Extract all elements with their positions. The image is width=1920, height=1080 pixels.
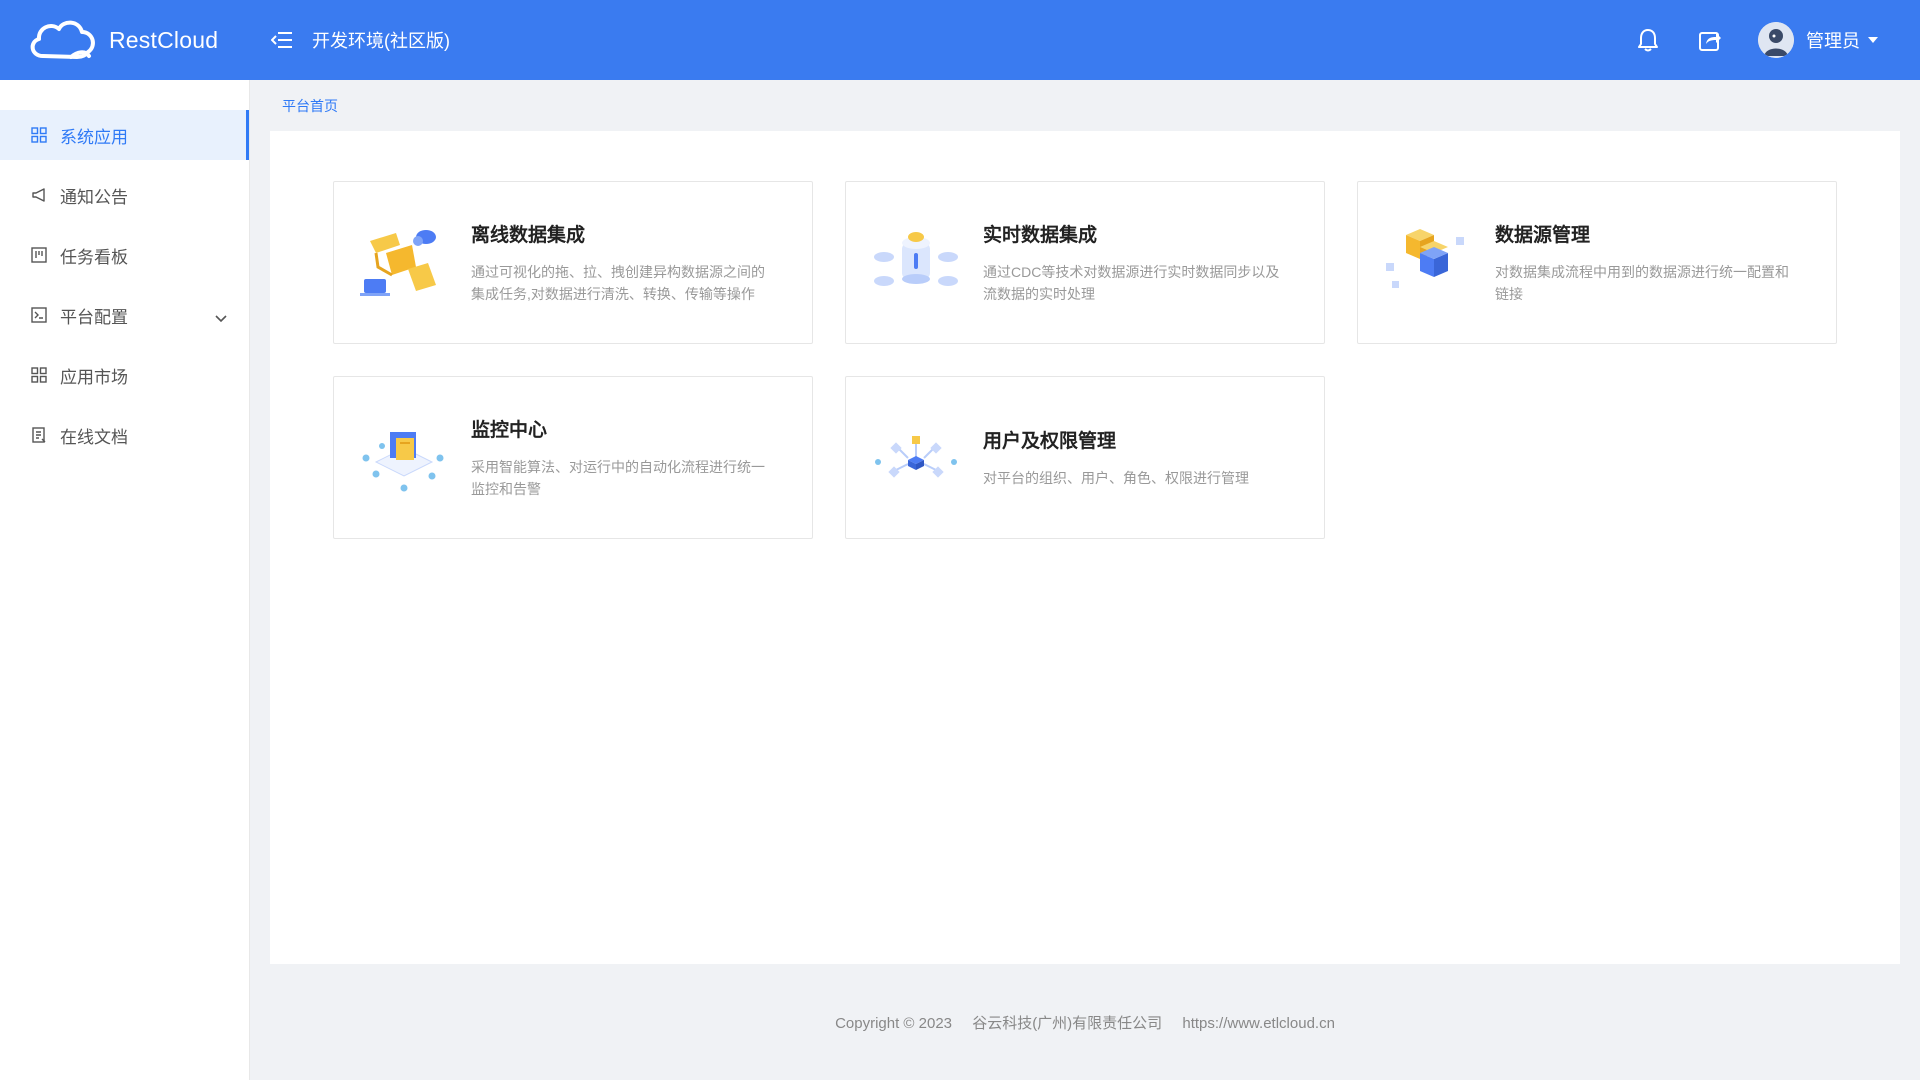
monitoring-illustration-icon bbox=[349, 403, 459, 513]
sidebar-item-label: 通知公告 bbox=[60, 187, 128, 207]
card-title: 实时数据集成 bbox=[983, 225, 1098, 246]
user-name-label: 管理员 bbox=[1806, 31, 1860, 51]
sidebar-item-app-market[interactable]: 应用市场 bbox=[0, 350, 249, 400]
card-description: 通过可视化的拖、拉、拽创建异构数据源之间的集成任务,对数据进行清洗、转换、传输等… bbox=[471, 264, 765, 302]
card-offline-integration[interactable]: 离线数据集成 通过可视化的拖、拉、拽创建异构数据源之间的集成任务,对数据进行清洗… bbox=[333, 181, 813, 344]
sidebar-item-notices[interactable]: 通知公告 bbox=[0, 170, 249, 220]
sidebar-item-system-apps[interactable]: 系统应用 bbox=[0, 110, 249, 160]
card-datasource-management[interactable]: 数据源管理 对数据集成流程中用到的数据源进行统一配置和链接 bbox=[1357, 181, 1837, 344]
grid-icon bbox=[30, 126, 48, 144]
megaphone-icon bbox=[30, 186, 48, 204]
card-monitoring-center[interactable]: 监控中心 采用智能算法、对运行中的自动化流程进行统一监控和告警 bbox=[333, 376, 813, 539]
footer-url-link[interactable]: https://www.etlcloud.cn bbox=[1182, 1015, 1335, 1032]
chevron-down-icon bbox=[215, 308, 227, 328]
logo[interactable]: RestCloud bbox=[25, 12, 270, 68]
grid-icon bbox=[30, 366, 48, 384]
footer-copyright: Copyright © 2023 bbox=[835, 1015, 953, 1032]
cloud-logo-icon bbox=[30, 20, 95, 59]
sidebar: 系统应用 通知公告 任务看板 平台配置 应用市场 在线文档 bbox=[0, 80, 250, 1080]
brand-name: RestCloud bbox=[109, 26, 219, 53]
kanban-icon bbox=[30, 246, 48, 264]
sidebar-item-label: 系统应用 bbox=[60, 127, 128, 147]
sidebar-item-label: 任务看板 bbox=[60, 247, 128, 267]
sidebar-item-platform-config[interactable]: 平台配置 bbox=[0, 290, 249, 340]
menu-fold-icon[interactable] bbox=[270, 28, 294, 52]
card-description: 通过CDC等技术对数据源进行实时数据同步以及流数据的实时处理 bbox=[983, 264, 1280, 302]
footer-company: 谷云科技(广州)有限责任公司 bbox=[972, 1015, 1163, 1032]
card-description: 对数据集成流程中用到的数据源进行统一配置和链接 bbox=[1495, 264, 1789, 302]
card-user-permission-management[interactable]: 用户及权限管理 对平台的组织、用户、角色、权限进行管理 bbox=[845, 376, 1325, 539]
bell-icon[interactable] bbox=[1634, 26, 1662, 54]
card-description: 采用智能算法、对运行中的自动化流程进行统一监控和告警 bbox=[471, 459, 765, 497]
card-title: 用户及权限管理 bbox=[983, 431, 1117, 452]
sidebar-item-label: 平台配置 bbox=[60, 307, 128, 327]
card-title: 离线数据集成 bbox=[471, 225, 586, 246]
datasource-blocks-illustration-icon bbox=[1373, 208, 1483, 318]
card-title: 监控中心 bbox=[471, 420, 548, 441]
sidebar-item-label: 在线文档 bbox=[60, 427, 128, 447]
etl-illustration-icon bbox=[349, 208, 459, 318]
caret-down-icon bbox=[1868, 37, 1878, 43]
card-title: 数据源管理 bbox=[1495, 225, 1591, 246]
card-realtime-integration[interactable]: 实时数据集成 通过CDC等技术对数据源进行实时数据同步以及流数据的实时处理 bbox=[845, 181, 1325, 344]
card-description: 对平台的组织、用户、角色、权限进行管理 bbox=[983, 470, 1249, 486]
terminal-icon bbox=[30, 306, 48, 324]
user-network-illustration-icon bbox=[861, 403, 971, 513]
document-icon bbox=[30, 426, 48, 444]
sidebar-item-online-docs[interactable]: 在线文档 bbox=[0, 410, 249, 460]
user-menu[interactable]: 管理员 bbox=[1806, 27, 1878, 53]
header-actions: 管理员 bbox=[1600, 22, 1878, 58]
environment-title[interactable]: 开发环境(社区版) bbox=[312, 27, 450, 53]
top-header: RestCloud 开发环境(社区版) 管理员 bbox=[0, 0, 1920, 80]
sidebar-item-label: 应用市场 bbox=[60, 367, 128, 387]
avatar[interactable] bbox=[1758, 22, 1794, 58]
main-panel: 离线数据集成 通过可视化的拖、拉、拽创建异构数据源之间的集成任务,对数据进行清洗… bbox=[270, 131, 1900, 964]
realtime-server-illustration-icon bbox=[861, 208, 971, 318]
sidebar-item-task-board[interactable]: 任务看板 bbox=[0, 230, 249, 280]
footer: Copyright © 2023 谷云科技(广州)有限责任公司 https://… bbox=[250, 1012, 1920, 1033]
breadcrumb[interactable]: 平台首页 bbox=[282, 96, 338, 116]
share-icon[interactable] bbox=[1696, 26, 1724, 54]
